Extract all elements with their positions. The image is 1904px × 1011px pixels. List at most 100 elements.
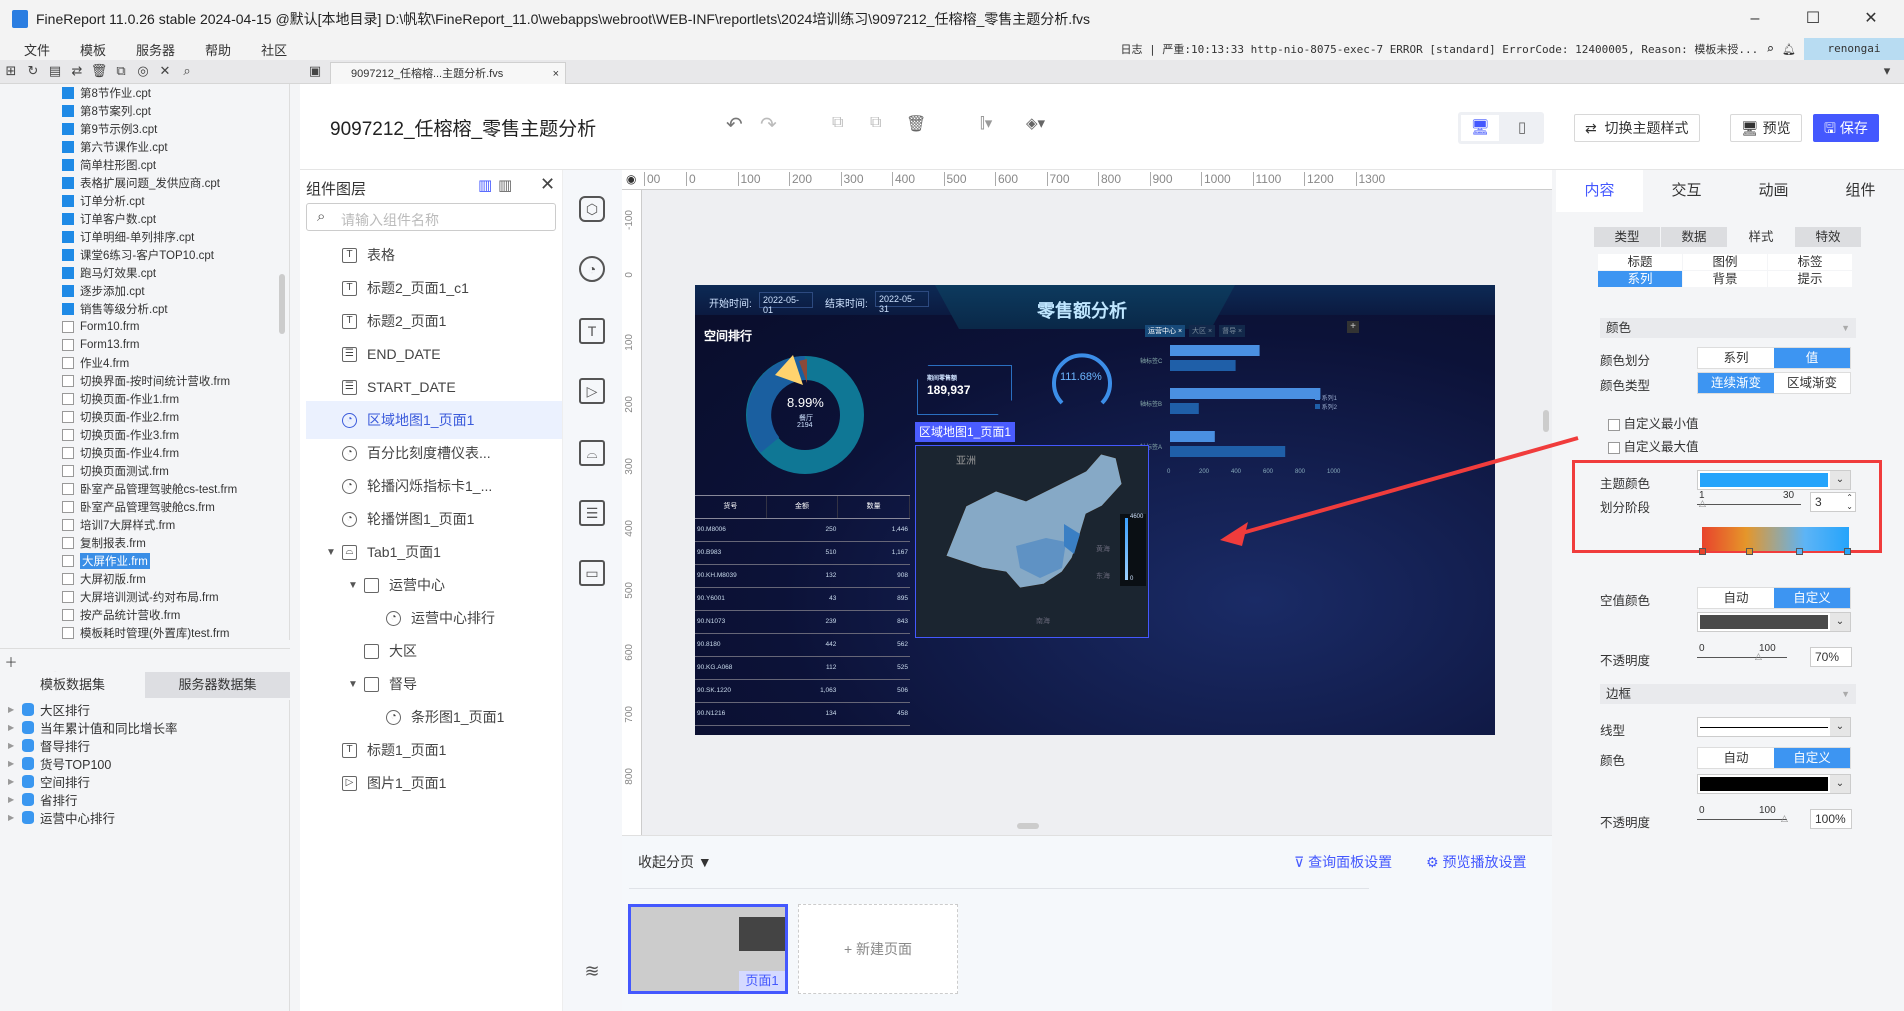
- option-series[interactable]: 系列: [1698, 348, 1774, 368]
- expand-icon[interactable]: ▶: [8, 777, 22, 786]
- file-tree-item[interactable]: 作业4.frm: [0, 354, 289, 372]
- option-region[interactable]: 区域渐变: [1774, 373, 1850, 393]
- file-tree-item[interactable]: 第六节课作业.cpt: [0, 138, 289, 156]
- expand-caret-icon[interactable]: ▼: [348, 679, 358, 690]
- option-value[interactable]: 值: [1774, 348, 1850, 368]
- map-visual-map[interactable]: 4600 0: [1120, 514, 1146, 586]
- file-tree-item[interactable]: 跑马灯效果.cpt: [0, 264, 289, 282]
- file-tree-item[interactable]: 销售等级分析.cpt: [0, 300, 289, 318]
- file-tree-item[interactable]: 大屏初版.frm: [0, 570, 289, 588]
- file-tree-item[interactable]: 课堂6练习-客户TOP10.cpt: [0, 246, 289, 264]
- gradient-stop[interactable]: [1746, 548, 1753, 555]
- file-tree-item[interactable]: 第8节案列.cpt: [0, 102, 289, 120]
- locate-icon[interactable]: ◎: [134, 63, 152, 81]
- file-tree-item[interactable]: 切换页面-作业4.frm: [0, 444, 289, 462]
- file-tree-item[interactable]: 切换页面测试.frm: [0, 462, 289, 480]
- expand-icon[interactable]: ▶: [8, 741, 22, 750]
- custom-min-checkbox[interactable]: 自定义最小值: [1608, 413, 1699, 432]
- expand-icon[interactable]: ▶: [8, 759, 22, 768]
- dataset-item[interactable]: ▶ 省排行: [0, 790, 289, 808]
- file-tree-item[interactable]: 切换页面-作业2.frm: [0, 408, 289, 426]
- opacity-stepper[interactable]: 100%: [1810, 809, 1852, 829]
- stepper-arrows-icon[interactable]: ⌃ ⌄: [1846, 493, 1853, 511]
- dataset-item[interactable]: ▶ 空间排行: [0, 772, 289, 790]
- file-tree-item[interactable]: 逐步添加.cpt: [0, 282, 289, 300]
- bell-icon[interactable]: 🔔︎: [1782, 43, 1796, 56]
- subtab-type[interactable]: 类型: [1594, 227, 1660, 247]
- menu-file[interactable]: 文件: [24, 40, 50, 59]
- region-map[interactable]: 亚洲 黄海 东海 南海 4600 0: [915, 445, 1149, 638]
- close-tab-icon[interactable]: ×: [553, 63, 559, 85]
- style-tab-label[interactable]: 标签: [1768, 254, 1852, 270]
- tree-scrollbar[interactable]: [279, 274, 285, 334]
- file-tree-item[interactable]: 按产品统计营收.frm: [0, 606, 289, 624]
- log-button[interactable]: 日志: [1121, 41, 1143, 57]
- container-icon[interactable]: ⌓: [579, 440, 605, 466]
- align-icon[interactable]: ⫿▾: [980, 114, 992, 132]
- add-tab-icon[interactable]: +: [1347, 321, 1359, 333]
- chart-icon[interactable]: ◔: [579, 256, 605, 282]
- file-tree-item[interactable]: 卧室产品管理驾驶舱cs.frm: [0, 498, 289, 516]
- file-tree-item[interactable]: 订单分析.cpt: [0, 192, 289, 210]
- expand-icon[interactable]: ▶: [8, 795, 22, 804]
- media-icon[interactable]: ▷: [579, 378, 605, 404]
- expand-caret-icon[interactable]: ▼: [326, 547, 336, 558]
- maximize-button[interactable]: ☐: [1784, 0, 1842, 38]
- menu-help[interactable]: 帮助: [205, 40, 231, 59]
- new-file-icon[interactable]: ⊞: [2, 63, 20, 81]
- design-canvas[interactable]: 00 0 100 200 300 400 500 600 700 800 900 1000 1100 12…: [622, 170, 1552, 835]
- close-tab-icon[interactable]: ×: [1236, 328, 1242, 335]
- template-icon[interactable]: ▣: [306, 63, 324, 81]
- log-message[interactable]: 严重:10:13:33 http-nio-8075-exec-7 ERROR […: [1162, 41, 1758, 57]
- new-page-button[interactable]: + 新建页面: [798, 904, 958, 994]
- layer-search-input[interactable]: ⌕ 请输入组件名称: [306, 203, 556, 231]
- dataset-item[interactable]: ▶ 督导排行: [0, 736, 289, 754]
- file-tree-item[interactable]: 模板耗时管理(外置库)test.frm: [0, 624, 289, 640]
- style-tab-legend[interactable]: 图例: [1683, 254, 1767, 270]
- file-tree-item[interactable]: 第9节示例3.cpt: [0, 120, 289, 138]
- stages-stepper[interactable]: 3 ⌃ ⌄: [1810, 492, 1856, 512]
- paste-icon[interactable]: ⧉: [870, 114, 881, 132]
- null-color-dropdown[interactable]: ⌄: [1697, 612, 1851, 632]
- undo-icon[interactable]: ↶: [726, 112, 743, 137]
- tab-template-datasets[interactable]: 模板数据集: [0, 672, 145, 698]
- file-tree-item[interactable]: 订单客户数.cpt: [0, 210, 289, 228]
- file-tree-item[interactable]: 简单柱形图.cpt: [0, 156, 289, 174]
- option-auto[interactable]: 自动: [1698, 748, 1774, 768]
- expand-icon[interactable]: ▶: [8, 813, 22, 822]
- collapse-icon[interactable]: ✕: [156, 63, 174, 81]
- search-icon[interactable]: ⌕: [1766, 42, 1774, 57]
- option-continuous[interactable]: 连续渐变: [1698, 373, 1774, 393]
- open-icon[interactable]: ▤: [46, 63, 64, 81]
- expand-icon[interactable]: ▶: [8, 723, 22, 732]
- cube-icon[interactable]: ⬡: [579, 196, 605, 222]
- search-icon[interactable]: ⌕: [178, 63, 196, 81]
- close-tab-icon[interactable]: ×: [1206, 328, 1212, 335]
- layout-left-icon[interactable]: ▥: [478, 176, 492, 194]
- file-tree-item[interactable]: 表格扩展问题_发供应商.cpt: [0, 174, 289, 192]
- subtab-data[interactable]: 数据: [1661, 227, 1727, 247]
- document-tab[interactable]: 9097212_任榕榕...主题分析.fvs ×: [330, 62, 566, 84]
- file-tree-item[interactable]: 第8节作业.cpt: [0, 84, 289, 102]
- style-tab-series[interactable]: 系列: [1598, 271, 1682, 287]
- menu-template[interactable]: 模板: [80, 40, 106, 59]
- start-date-input[interactable]: 2022-05-01: [759, 292, 813, 315]
- border-color-dropdown[interactable]: ⌄: [1697, 774, 1851, 794]
- preview-button[interactable]: 🖥︎ 预览: [1730, 114, 1802, 142]
- widget-icon[interactable]: ☰: [579, 500, 605, 526]
- expand-icon[interactable]: ▶: [8, 705, 22, 714]
- slider-thumb[interactable]: △: [1699, 498, 1706, 509]
- layers-icon[interactable]: ≋: [579, 960, 605, 986]
- file-tree-item[interactable]: 大屏作业.frm: [0, 552, 289, 570]
- style-tab-background[interactable]: 背景: [1683, 271, 1767, 287]
- query-panel-settings[interactable]: ⊽ 查询面板设置: [1294, 852, 1392, 872]
- file-tree-item[interactable]: 培训7大屏样式.frm: [0, 516, 289, 534]
- page-thumbnail-1[interactable]: 页面1: [628, 904, 788, 994]
- text-icon[interactable]: T: [579, 318, 605, 344]
- style-tab-title[interactable]: 标题: [1598, 254, 1682, 270]
- dataset-item[interactable]: ▶ 当年累计值和同比增长率: [0, 718, 289, 736]
- layer-item[interactable]: ▷ 图片1_页面1: [306, 764, 562, 802]
- file-tree-item[interactable]: 切换界面-按时间统计营收.frm: [0, 372, 289, 390]
- desktop-icon[interactable]: 🖥︎: [1461, 115, 1499, 141]
- dataset-item[interactable]: ▶ 运营中心排行: [0, 808, 289, 826]
